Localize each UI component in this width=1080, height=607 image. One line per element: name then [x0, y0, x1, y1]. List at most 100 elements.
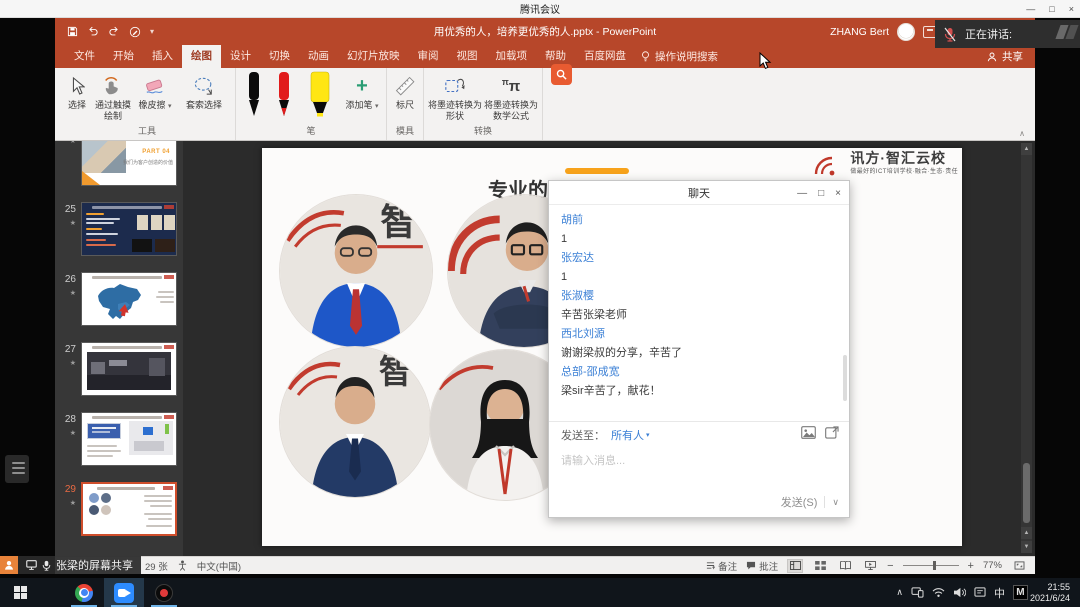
chat-minimize-icon[interactable]: —	[797, 188, 807, 199]
pen-black-button[interactable]	[239, 71, 269, 116]
tab-view[interactable]: 视图	[448, 45, 487, 68]
thumbnail-slide-24[interactable]: ★ PART 04 我们为客户创造的价值	[55, 141, 183, 186]
taskbar-clock[interactable]: 21:55 2021/6/24	[1030, 582, 1070, 603]
maximize-icon[interactable]: □	[1049, 0, 1054, 18]
chat-titlebar[interactable]: 聊天 — □ ×	[549, 181, 849, 205]
scrollbar-thumb[interactable]	[1023, 463, 1030, 523]
lasso-select-button[interactable]: 套索选择	[176, 71, 232, 111]
undo-icon[interactable]	[87, 26, 99, 37]
volume-icon[interactable]	[953, 587, 966, 598]
select-button[interactable]: 选择	[62, 71, 92, 111]
comments-button[interactable]: 批注	[746, 559, 778, 573]
thumbnail-24-preview[interactable]: PART 04 我们为客户创造的价值	[81, 141, 177, 186]
minimize-icon[interactable]: —	[1026, 0, 1035, 18]
slide-sorter-view-button[interactable]	[812, 559, 828, 573]
chat-title: 聊天	[688, 185, 710, 201]
tab-draw[interactable]: 绘图	[182, 45, 221, 68]
tab-review[interactable]: 审阅	[409, 45, 448, 68]
taskbar-meeting[interactable]	[104, 578, 144, 607]
screenshot-image-icon[interactable]	[801, 426, 816, 444]
member-list-overlay-icon[interactable]	[5, 455, 29, 483]
add-pen-button[interactable]: + 添加笔 ▾	[341, 71, 383, 112]
thumbnail-28-preview[interactable]	[81, 412, 177, 466]
notes-button[interactable]: 备注	[706, 559, 737, 573]
tab-animations[interactable]: 动画	[299, 45, 338, 68]
thumb29-photo-circle	[101, 505, 111, 515]
accessibility-icon[interactable]	[178, 560, 187, 571]
tab-file[interactable]: 文件	[65, 45, 104, 68]
tab-home[interactable]: 开始	[104, 45, 143, 68]
slide-count: 29 张	[145, 559, 168, 573]
chat-maximize-icon[interactable]: □	[818, 188, 824, 199]
send-button[interactable]: 发送(S)	[781, 494, 818, 510]
chat-close-icon[interactable]: ×	[835, 188, 841, 199]
chat-input[interactable]: 请输入消息...	[549, 447, 849, 473]
thumbnail-26-preview[interactable]	[81, 272, 177, 326]
tab-transitions[interactable]: 切换	[260, 45, 299, 68]
share-button[interactable]: 共享	[987, 45, 1023, 68]
thumbnail-slide-29[interactable]: 29 ★	[55, 482, 183, 536]
zoom-slider-knob[interactable]	[933, 561, 936, 570]
send-to-selector[interactable]: 所有人	[611, 427, 644, 443]
ink-to-shape-button[interactable]: 将墨迹转换为形状	[427, 71, 483, 122]
send-options-icon[interactable]: ∨	[832, 497, 839, 508]
previous-slide-icon[interactable]: ▲	[1021, 527, 1032, 539]
zoom-in-button[interactable]: +	[968, 560, 974, 572]
chat-message-list[interactable]: 胡前 1 张宏达 1 张淑樱 辛苦张梁老师 西北刘源 谢谢梁叔的分享，辛苦了 总…	[549, 205, 849, 421]
tab-design[interactable]: 设计	[221, 45, 260, 68]
zoom-percent[interactable]: 77%	[983, 560, 1002, 571]
message-text: 辛苦张梁老师	[561, 306, 837, 325]
tab-addins[interactable]: 加载项	[487, 45, 537, 68]
thumbnail-29-preview[interactable]	[81, 482, 177, 536]
tray-chevron-icon[interactable]: ∧	[896, 587, 903, 598]
pen-red-button[interactable]	[269, 71, 299, 116]
popout-window-icon[interactable]	[825, 426, 839, 444]
touch-draw-button[interactable]: 通过触摸绘制	[92, 71, 134, 122]
ink-to-math-button[interactable]: ππ 将墨迹转换为数学公式	[483, 71, 539, 122]
redo-icon[interactable]	[108, 26, 120, 37]
network-icon[interactable]	[932, 587, 945, 598]
next-slide-icon[interactable]: ▼	[1021, 541, 1032, 553]
thumbnail-slide-26[interactable]: 26 ★	[55, 272, 183, 326]
search-highlight-icon[interactable]	[551, 64, 572, 85]
save-icon[interactable]	[67, 26, 78, 37]
send-to-dropdown-icon[interactable]: ▾	[646, 431, 650, 439]
ime-badge[interactable]: M	[1013, 585, 1028, 600]
zoom-out-button[interactable]: −	[887, 560, 893, 572]
account-name[interactable]: ZHANG Bert	[830, 26, 889, 38]
tab-insert[interactable]: 插入	[143, 45, 182, 68]
start-button[interactable]	[0, 578, 40, 607]
draw-mode-icon[interactable]	[129, 26, 141, 38]
zoom-slider[interactable]	[903, 565, 959, 566]
tab-slideshow[interactable]: 幻灯片放映	[338, 45, 409, 68]
reading-view-button[interactable]	[837, 559, 853, 573]
scroll-up-icon[interactable]: ▲	[1021, 143, 1032, 155]
thumbnail-slide-25[interactable]: 25 ★	[55, 202, 183, 256]
editor-scrollbar[interactable]: ▲ ▲ ▼	[1021, 143, 1032, 553]
sender-name: 张淑樱	[561, 287, 837, 306]
ime-language-indicator[interactable]: 中	[994, 585, 1005, 601]
chat-scrollbar[interactable]	[843, 355, 847, 401]
ruler-button[interactable]: 标尺	[390, 71, 420, 111]
thumbnail-slide-27[interactable]: 27 ★	[55, 342, 183, 396]
qat-customize-icon[interactable]: ▾	[150, 27, 154, 36]
taskbar-chrome[interactable]	[64, 578, 104, 607]
thumbnail-27-preview[interactable]	[81, 342, 177, 396]
slideshow-view-button[interactable]	[862, 559, 878, 573]
highlighter-yellow-button[interactable]	[299, 71, 341, 116]
language-status[interactable]: 中文(中国)	[197, 559, 241, 573]
thumbnail-slide-28[interactable]: 28 ★	[55, 412, 183, 466]
normal-view-button[interactable]	[787, 559, 803, 573]
tell-me-search[interactable]: 操作说明搜索	[641, 45, 718, 68]
pc-status-icon[interactable]	[911, 587, 924, 598]
collapse-ribbon-icon[interactable]: ∧	[1019, 129, 1025, 138]
thumbnail-25-preview[interactable]	[81, 202, 177, 256]
group-label-convert: 转换	[427, 124, 539, 140]
ime-panel-icon[interactable]	[974, 587, 986, 598]
tab-baidu-netdisk[interactable]: 百度网盘	[575, 45, 635, 68]
avatar[interactable]	[897, 23, 915, 41]
taskbar-recorder[interactable]	[144, 578, 184, 607]
close-icon[interactable]: ×	[1069, 0, 1074, 18]
fit-slide-button[interactable]	[1011, 559, 1027, 573]
eraser-button[interactable]: 橡皮擦 ▾	[134, 71, 176, 112]
